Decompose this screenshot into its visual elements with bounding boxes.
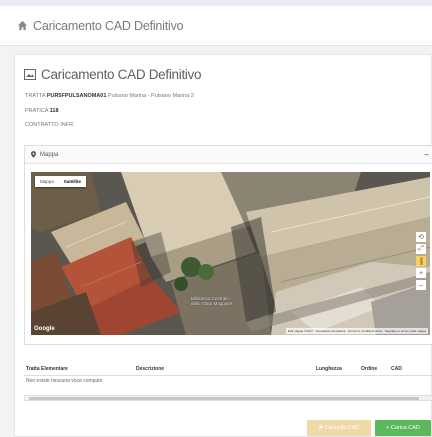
pratica-value: 118 xyxy=(49,108,59,114)
satellite-imagery xyxy=(31,172,430,335)
card-title: Caricamento CAD Definitivo xyxy=(24,67,202,82)
tratta-row: TRATTA PUR5FPULSANOMA01 Pulsano Marina -… xyxy=(25,93,194,99)
map-place-label: Biblioteca Centrale dello Stato Maggiore xyxy=(191,296,233,306)
pratica-row: PRATICA 118 xyxy=(25,108,59,114)
satellite-map[interactable]: Mappa Satellite ⟲ ⤢ + – Biblioteca Centr… xyxy=(31,172,430,335)
pegman-icon[interactable] xyxy=(416,256,426,266)
google-logo: Google xyxy=(34,326,55,332)
home-icon[interactable] xyxy=(17,20,28,31)
contratto-label: CONTRATTO INFR. xyxy=(25,122,75,128)
tratta-desc: Pulsano Marina - Pulsano Marina 2 xyxy=(107,93,194,99)
card-title-text: Caricamento CAD Definitivo xyxy=(41,67,202,82)
image-icon xyxy=(24,69,36,80)
contratto-row: CONTRATTO INFR. xyxy=(25,122,75,128)
page-title: Caricamento CAD Definitivo xyxy=(33,18,184,33)
map-panel: Mappa – Mappa Satellite ⟲ ⤢ + – Bibliote… xyxy=(24,145,432,345)
cancel-cad-button[interactable]: ✖ Cancella CAD xyxy=(307,420,371,436)
map-panel-title: Mappa xyxy=(40,151,59,158)
table-row: Non esiste nessuna voce computo xyxy=(24,376,432,387)
column-header[interactable]: Tratta Elementare xyxy=(24,363,134,376)
zoom-out-button[interactable]: – xyxy=(416,280,426,290)
column-header[interactable]: Lunghezza xyxy=(314,363,359,376)
tratta-label: TRATTA xyxy=(25,93,46,99)
map-type-mappa[interactable]: Mappa xyxy=(35,176,59,187)
rotate-icon[interactable]: ⟲ xyxy=(416,232,426,242)
table-header-row: Tratta Elementare Descrizione Lunghezza … xyxy=(24,363,432,376)
column-header[interactable]: Ordine xyxy=(359,363,389,376)
map-zoom-controls: ⟲ ⤢ + – xyxy=(416,232,426,290)
fullscreen-icon[interactable]: ⤢ xyxy=(416,244,426,254)
map-attribution[interactable]: Dati mappa ©2017 · Scorciatoie da tastie… xyxy=(285,328,428,334)
zoom-in-button[interactable]: + xyxy=(416,268,426,278)
upload-cad-button[interactable]: + Carica CAD xyxy=(375,420,431,436)
collapse-button[interactable]: – xyxy=(425,150,429,159)
pratica-label: PRATICA xyxy=(25,108,49,114)
main-content: Caricamento CAD Definitivo TRATTA PUR5FP… xyxy=(0,46,432,437)
table-scrollbar[interactable] xyxy=(24,395,432,401)
cad-card: Caricamento CAD Definitivo TRATTA PUR5FP… xyxy=(14,54,432,437)
map-marker-icon xyxy=(31,151,36,158)
empty-message: Non esiste nessuna voce computo xyxy=(26,378,103,384)
computo-table: Tratta Elementare Descrizione Lunghezza … xyxy=(24,363,432,386)
page-header: Caricamento CAD Definitivo xyxy=(0,6,432,46)
column-header[interactable]: CAD xyxy=(389,363,432,376)
tratta-code: PUR5FPULSANOMA01 xyxy=(46,93,107,99)
map-type-satellite[interactable]: Satellite xyxy=(59,176,86,187)
map-type-control: Mappa Satellite xyxy=(35,176,87,187)
map-panel-header: Mappa – xyxy=(25,146,432,164)
scrollbar-thumb[interactable] xyxy=(29,397,419,400)
column-header[interactable]: Descrizione xyxy=(134,363,314,376)
